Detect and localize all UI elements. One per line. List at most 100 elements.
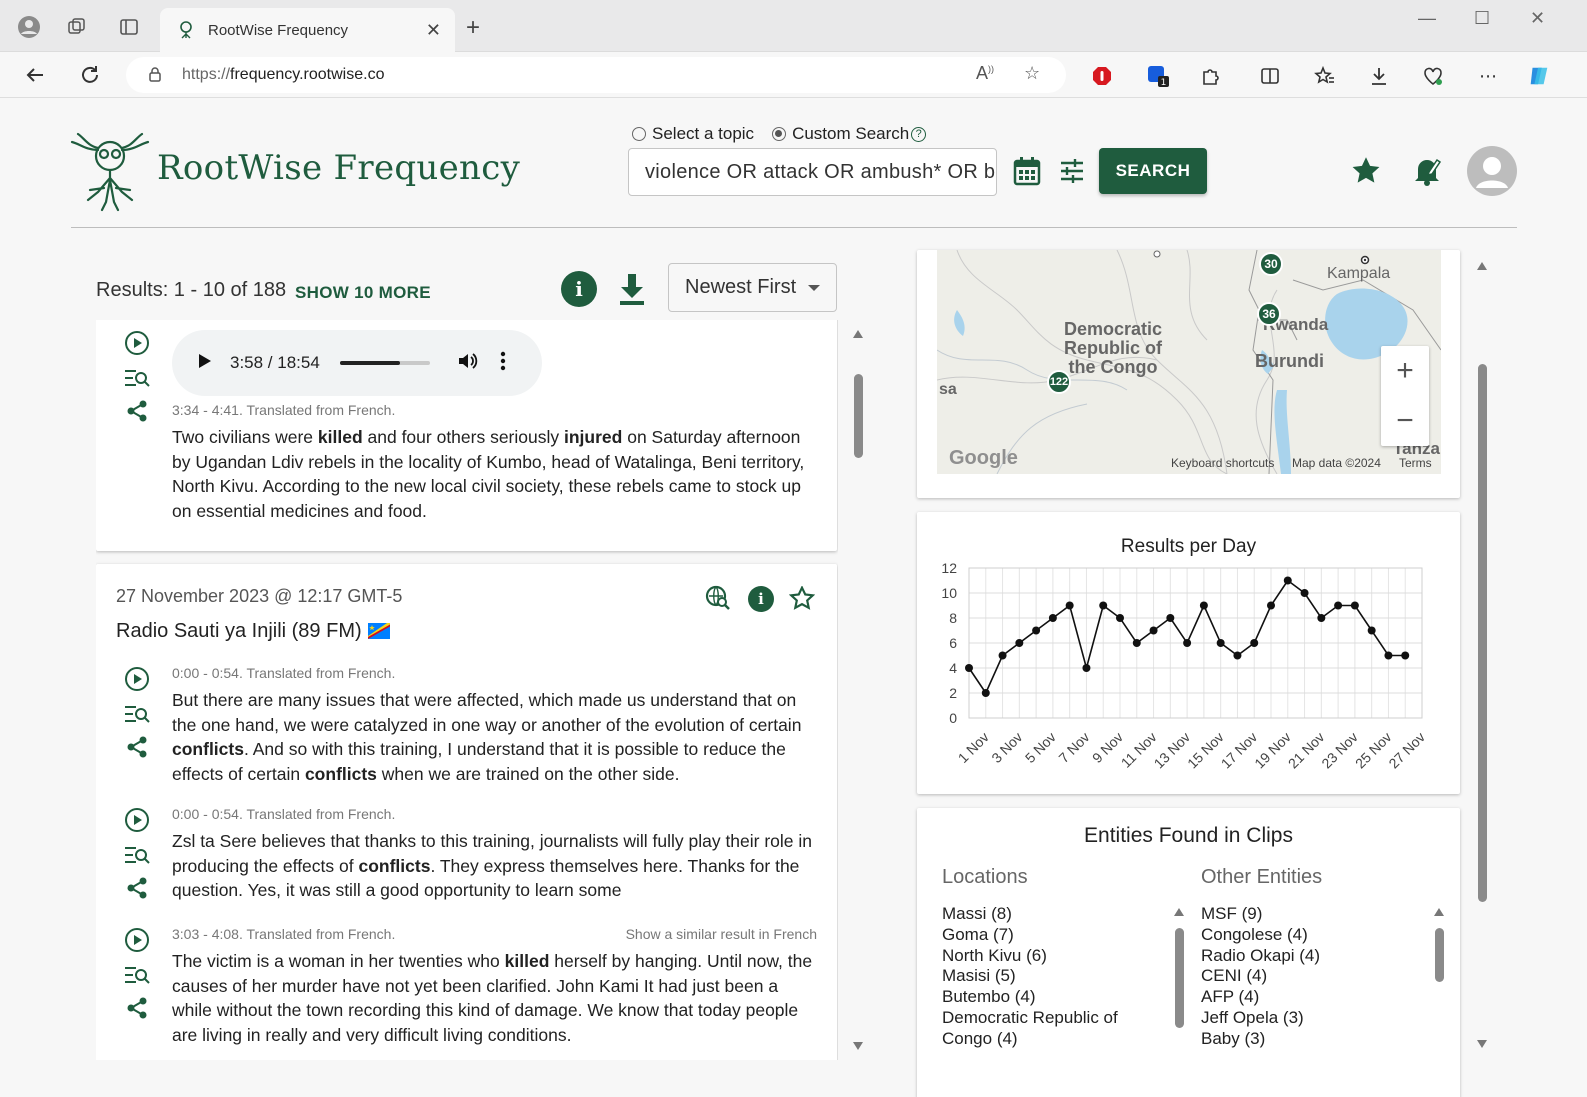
play-clip-icon[interactable]: [124, 666, 150, 692]
show-more-button[interactable]: SHOW 10 MORE: [295, 283, 431, 303]
location-entity[interactable]: Masisi (5): [942, 966, 1152, 987]
map[interactable]: Democratic Republic of the Congo Kampala…: [937, 250, 1441, 474]
zoom-in-button[interactable]: +: [1381, 346, 1429, 396]
card-info-icon[interactable]: i: [748, 586, 774, 612]
downloads-icon[interactable]: [1367, 64, 1391, 88]
other-entity[interactable]: MSF (9): [1201, 904, 1411, 925]
scroll-up-icon[interactable]: [853, 330, 863, 338]
download-icon[interactable]: [614, 270, 650, 308]
custom-search-radio[interactable]: [772, 127, 787, 141]
minimize-icon[interactable]: —: [1418, 8, 1436, 29]
other-entity[interactable]: Radio Okapi (4): [1201, 946, 1411, 967]
extensions-puzzle-icon[interactable]: [1198, 64, 1222, 88]
lock-icon[interactable]: [148, 66, 162, 85]
workspaces-icon[interactable]: [64, 14, 90, 40]
select-topic-radio[interactable]: [632, 127, 646, 141]
profile-icon[interactable]: [16, 14, 42, 40]
info-icon[interactable]: i: [561, 271, 597, 307]
calendar-icon[interactable]: [1011, 154, 1043, 188]
feed-scroll-thumb[interactable]: [854, 374, 863, 458]
share-icon[interactable]: [124, 398, 150, 424]
adblock-extension-icon[interactable]: [1090, 64, 1114, 88]
play-clip-icon[interactable]: [124, 927, 150, 953]
player-more-icon[interactable]: [500, 351, 506, 376]
share-icon[interactable]: [124, 995, 150, 1021]
close-tab-icon[interactable]: ✕: [426, 20, 441, 41]
location-entity[interactable]: Democratic Republic of Congo (4): [942, 1008, 1152, 1048]
favorites-star-icon[interactable]: [1348, 154, 1384, 188]
alerts-bell-icon[interactable]: [1410, 154, 1444, 188]
audio-player[interactable]: 3:58 / 18:54: [172, 330, 542, 396]
help-icon[interactable]: ?: [911, 126, 927, 142]
rootwise-logo-icon[interactable]: [70, 128, 150, 212]
other-entity[interactable]: CENI (4): [1201, 966, 1411, 987]
tab-actions-icon[interactable]: [116, 14, 142, 40]
scroll-down-icon[interactable]: [853, 1042, 863, 1050]
map-cluster-pin[interactable]: 30: [1259, 252, 1283, 276]
scroll-up-icon[interactable]: [1174, 908, 1184, 916]
location-entity[interactable]: Massi (8): [942, 904, 1152, 925]
refresh-icon[interactable]: [75, 60, 105, 90]
password-extension-icon[interactable]: 1: [1146, 64, 1170, 88]
map-cluster-pin[interactable]: 36: [1257, 302, 1281, 326]
other-entity[interactable]: AFP (4): [1201, 987, 1411, 1008]
find-in-transcript-icon[interactable]: [124, 842, 150, 868]
other-entity[interactable]: Congolese (4): [1201, 925, 1411, 946]
feed-scrollbar[interactable]: [850, 326, 866, 1060]
find-in-transcript-icon[interactable]: [124, 701, 150, 727]
close-window-icon[interactable]: ✕: [1530, 8, 1545, 29]
other-entity[interactable]: Baby (3): [1201, 1029, 1411, 1048]
location-entity[interactable]: Butembo (4): [942, 987, 1152, 1008]
player-progress[interactable]: [339, 361, 430, 365]
locations-scroll-thumb[interactable]: [1175, 928, 1184, 1028]
zoom-out-button[interactable]: −: [1381, 396, 1429, 446]
copilot-icon[interactable]: [1527, 64, 1551, 88]
map-terms-link[interactable]: Terms: [1399, 456, 1432, 470]
maximize-icon[interactable]: ☐: [1474, 8, 1490, 29]
location-entity[interactable]: North Kivu (6): [942, 946, 1152, 967]
more-menu-icon[interactable]: ⋯: [1476, 64, 1500, 88]
back-icon[interactable]: [20, 60, 50, 90]
read-aloud-icon[interactable]: A)): [976, 63, 994, 84]
play-clip-icon[interactable]: [124, 807, 150, 833]
find-in-transcript-icon[interactable]: [124, 962, 150, 988]
brand-title[interactable]: RootWise Frequency: [157, 148, 520, 188]
sidebar-scrollbar[interactable]: [1474, 258, 1490, 1058]
scroll-up-icon[interactable]: [1477, 262, 1487, 270]
find-in-transcript-icon[interactable]: [124, 365, 150, 391]
select-topic-label[interactable]: Select a topic: [652, 124, 754, 144]
user-avatar[interactable]: [1467, 146, 1517, 196]
play-icon[interactable]: [198, 353, 212, 374]
active-tab[interactable]: RootWise Frequency ✕: [160, 8, 455, 52]
bookmark-star-icon[interactable]: [788, 584, 816, 612]
other-entities-scroll-thumb[interactable]: [1435, 928, 1444, 982]
volume-icon[interactable]: [458, 352, 478, 375]
search-input[interactable]: violence OR attack OR ambush* OR ba: [628, 148, 997, 196]
other-entity[interactable]: Jeff Opela (3): [1201, 1008, 1411, 1029]
new-tab-icon[interactable]: +: [466, 14, 480, 42]
share-icon[interactable]: [124, 875, 150, 901]
keyboard-shortcuts-link[interactable]: Keyboard shortcuts: [1171, 456, 1274, 470]
play-clip-icon[interactable]: [124, 330, 150, 356]
favorites-icon[interactable]: [1313, 64, 1337, 88]
map-cluster-pin[interactable]: 122: [1047, 370, 1071, 394]
search-in-station-icon[interactable]: [704, 584, 732, 612]
filter-sliders-icon[interactable]: [1057, 156, 1087, 186]
scroll-down-icon[interactable]: [1477, 1040, 1487, 1048]
sort-dropdown[interactable]: Newest First: [668, 263, 837, 312]
google-logo[interactable]: Google: [949, 447, 1018, 470]
custom-search-label[interactable]: Custom Search: [792, 124, 909, 144]
data-point: [1250, 639, 1259, 647]
share-icon[interactable]: [124, 734, 150, 760]
other-entities-scrollbar[interactable]: [1431, 908, 1447, 1068]
similar-result-link[interactable]: Show a similar result in French: [626, 926, 817, 942]
sidebar-scroll-thumb[interactable]: [1478, 364, 1487, 902]
location-entity[interactable]: Goma (7): [942, 925, 1152, 946]
scroll-up-icon[interactable]: [1434, 908, 1444, 916]
locations-scrollbar[interactable]: [1171, 908, 1187, 1068]
browser-essentials-icon[interactable]: [1421, 64, 1445, 88]
favorite-star-icon[interactable]: ☆: [1024, 63, 1040, 84]
address-bar[interactable]: https://frequency.rootwise.co A)) ☆: [126, 57, 1066, 93]
search-button[interactable]: SEARCH: [1099, 148, 1207, 194]
split-screen-icon[interactable]: [1258, 64, 1282, 88]
